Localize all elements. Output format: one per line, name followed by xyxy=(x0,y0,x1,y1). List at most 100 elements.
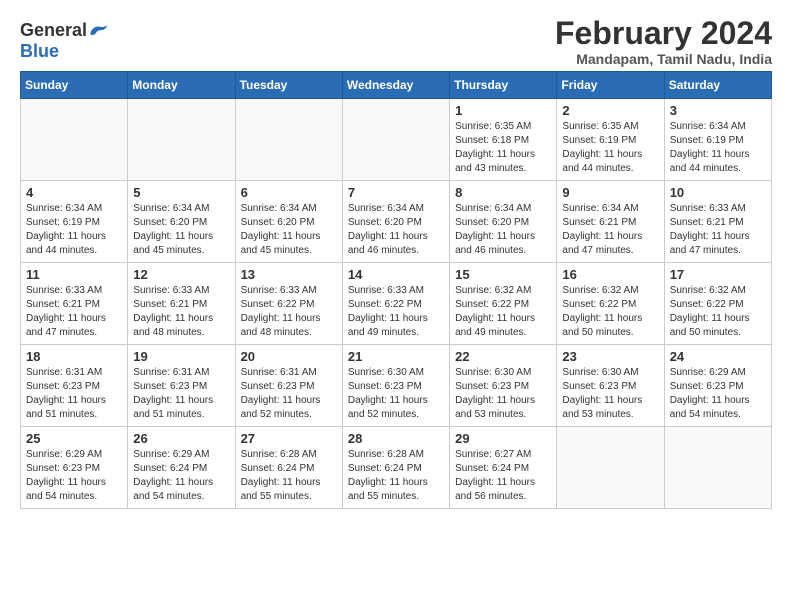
table-row: 4 Sunrise: 6:34 AM Sunset: 6:19 PM Daylig… xyxy=(21,181,128,263)
day-number: 14 xyxy=(348,267,444,282)
day-detail: Sunrise: 6:35 AM Sunset: 6:19 PM Dayligh… xyxy=(562,120,658,176)
day-detail: Sunrise: 6:32 AM Sunset: 6:22 PM Dayligh… xyxy=(562,284,658,340)
header-wednesday: Wednesday xyxy=(342,72,449,99)
day-number: 2 xyxy=(562,103,658,118)
day-number: 8 xyxy=(455,185,551,200)
table-row: 24Sunrise: 6:29 AM Sunset: 6:23 PM Dayli… xyxy=(664,345,771,427)
table-row: 8 Sunrise: 6:34 AM Sunset: 6:20 PM Daylig… xyxy=(450,181,557,263)
table-row: 28 Sunrise: 6:28 AM Sunset: 6:24 PM Dayli… xyxy=(342,427,449,509)
calendar-table: Sunday Monday Tuesday Wednesday Thursday… xyxy=(20,71,772,509)
day-detail: Sunrise: 6:32 AM Sunset: 6:22 PM Dayligh… xyxy=(670,284,766,340)
day-number: 10 xyxy=(670,185,766,200)
day-number: 18 xyxy=(26,349,122,364)
header-monday: Monday xyxy=(128,72,235,99)
day-detail: Sunrise: 6:34 AM Sunset: 6:19 PM Dayligh… xyxy=(26,202,122,258)
table-row: 9Sunrise: 6:34 AM Sunset: 6:21 PM Daylig… xyxy=(557,181,664,263)
day-number: 7 xyxy=(348,185,444,200)
day-detail: Sunrise: 6:35 AM Sunset: 6:18 PM Dayligh… xyxy=(455,120,551,176)
header-sunday: Sunday xyxy=(21,72,128,99)
day-detail: Sunrise: 6:33 AM Sunset: 6:21 PM Dayligh… xyxy=(133,284,229,340)
logo-general-text: General xyxy=(20,20,87,41)
table-row: 16 Sunrise: 6:32 AM Sunset: 6:22 PM Dayli… xyxy=(557,263,664,345)
day-detail: Sunrise: 6:30 AM Sunset: 6:23 PM Dayligh… xyxy=(562,366,658,422)
day-detail: Sunrise: 6:34 AM Sunset: 6:19 PM Dayligh… xyxy=(670,120,766,176)
day-detail: Sunrise: 6:31 AM Sunset: 6:23 PM Dayligh… xyxy=(133,366,229,422)
day-number: 24 xyxy=(670,349,766,364)
calendar-week-row: 1 Sunrise: 6:35 AM Sunset: 6:18 PM Daylig… xyxy=(21,99,772,181)
calendar-week-row: 4 Sunrise: 6:34 AM Sunset: 6:19 PM Daylig… xyxy=(21,181,772,263)
day-detail: Sunrise: 6:34 AM Sunset: 6:20 PM Dayligh… xyxy=(133,202,229,258)
day-number: 3 xyxy=(670,103,766,118)
day-number: 12 xyxy=(133,267,229,282)
day-number: 16 xyxy=(562,267,658,282)
table-row: 7 Sunrise: 6:34 AM Sunset: 6:20 PM Daylig… xyxy=(342,181,449,263)
table-row: 12 Sunrise: 6:33 AM Sunset: 6:21 PM Dayli… xyxy=(128,263,235,345)
header-tuesday: Tuesday xyxy=(235,72,342,99)
table-row xyxy=(342,99,449,181)
logo-blue-text: Blue xyxy=(20,41,59,62)
table-row: 1 Sunrise: 6:35 AM Sunset: 6:18 PM Daylig… xyxy=(450,99,557,181)
table-row xyxy=(664,427,771,509)
header-thursday: Thursday xyxy=(450,72,557,99)
day-number: 13 xyxy=(241,267,337,282)
day-detail: Sunrise: 6:34 AM Sunset: 6:20 PM Dayligh… xyxy=(455,202,551,258)
table-row: 5 Sunrise: 6:34 AM Sunset: 6:20 PM Daylig… xyxy=(128,181,235,263)
day-number: 4 xyxy=(26,185,122,200)
calendar-week-row: 18 Sunrise: 6:31 AM Sunset: 6:23 PM Dayli… xyxy=(21,345,772,427)
day-number: 22 xyxy=(455,349,551,364)
table-row xyxy=(235,99,342,181)
table-row: 2 Sunrise: 6:35 AM Sunset: 6:19 PM Daylig… xyxy=(557,99,664,181)
day-number: 28 xyxy=(348,431,444,446)
table-row: 14 Sunrise: 6:33 AM Sunset: 6:22 PM Dayli… xyxy=(342,263,449,345)
day-detail: Sunrise: 6:31 AM Sunset: 6:23 PM Dayligh… xyxy=(241,366,337,422)
table-row: 20 Sunrise: 6:31 AM Sunset: 6:23 PM Dayli… xyxy=(235,345,342,427)
day-detail: Sunrise: 6:28 AM Sunset: 6:24 PM Dayligh… xyxy=(348,448,444,504)
day-detail: Sunrise: 6:34 AM Sunset: 6:21 PM Dayligh… xyxy=(562,202,658,258)
header-row: General Blue February 2024 Mandapam, Tam… xyxy=(20,16,772,67)
day-detail: Sunrise: 6:33 AM Sunset: 6:21 PM Dayligh… xyxy=(670,202,766,258)
table-row xyxy=(21,99,128,181)
day-number: 23 xyxy=(562,349,658,364)
day-detail: Sunrise: 6:30 AM Sunset: 6:23 PM Dayligh… xyxy=(348,366,444,422)
day-number: 11 xyxy=(26,267,122,282)
header-saturday: Saturday xyxy=(664,72,771,99)
table-row: 23 Sunrise: 6:30 AM Sunset: 6:23 PM Dayli… xyxy=(557,345,664,427)
table-row: 18Sunrise: 6:31 AM Sunset: 6:23 PM Dayli… xyxy=(21,345,128,427)
table-row: 17Sunrise: 6:32 AM Sunset: 6:22 PM Dayli… xyxy=(664,263,771,345)
logo-bird-icon xyxy=(89,23,109,39)
day-number: 26 xyxy=(133,431,229,446)
day-detail: Sunrise: 6:33 AM Sunset: 6:21 PM Dayligh… xyxy=(26,284,122,340)
table-row: 21Sunrise: 6:30 AM Sunset: 6:23 PM Dayli… xyxy=(342,345,449,427)
calendar-header-row: Sunday Monday Tuesday Wednesday Thursday… xyxy=(21,72,772,99)
title-block: February 2024 Mandapam, Tamil Nadu, Indi… xyxy=(555,16,772,67)
day-number: 1 xyxy=(455,103,551,118)
day-number: 29 xyxy=(455,431,551,446)
calendar-title: February 2024 xyxy=(555,16,772,51)
table-row: 19 Sunrise: 6:31 AM Sunset: 6:23 PM Dayli… xyxy=(128,345,235,427)
table-row: 29Sunrise: 6:27 AM Sunset: 6:24 PM Dayli… xyxy=(450,427,557,509)
day-number: 15 xyxy=(455,267,551,282)
day-number: 20 xyxy=(241,349,337,364)
day-detail: Sunrise: 6:32 AM Sunset: 6:22 PM Dayligh… xyxy=(455,284,551,340)
day-detail: Sunrise: 6:33 AM Sunset: 6:22 PM Dayligh… xyxy=(241,284,337,340)
table-row xyxy=(128,99,235,181)
day-detail: Sunrise: 6:34 AM Sunset: 6:20 PM Dayligh… xyxy=(241,202,337,258)
day-number: 25 xyxy=(26,431,122,446)
table-row xyxy=(557,427,664,509)
day-detail: Sunrise: 6:29 AM Sunset: 6:23 PM Dayligh… xyxy=(26,448,122,504)
table-row: 6Sunrise: 6:34 AM Sunset: 6:20 PM Daylig… xyxy=(235,181,342,263)
calendar-week-row: 25 Sunrise: 6:29 AM Sunset: 6:23 PM Dayli… xyxy=(21,427,772,509)
header-friday: Friday xyxy=(557,72,664,99)
day-number: 5 xyxy=(133,185,229,200)
table-row: 22Sunrise: 6:30 AM Sunset: 6:23 PM Dayli… xyxy=(450,345,557,427)
table-row: 10 Sunrise: 6:33 AM Sunset: 6:21 PM Dayli… xyxy=(664,181,771,263)
day-number: 19 xyxy=(133,349,229,364)
logo: General Blue xyxy=(20,20,109,62)
day-detail: Sunrise: 6:29 AM Sunset: 6:24 PM Dayligh… xyxy=(133,448,229,504)
table-row: 25 Sunrise: 6:29 AM Sunset: 6:23 PM Dayli… xyxy=(21,427,128,509)
page: General Blue February 2024 Mandapam, Tam… xyxy=(0,0,792,612)
table-row: 15 Sunrise: 6:32 AM Sunset: 6:22 PM Dayli… xyxy=(450,263,557,345)
day-number: 27 xyxy=(241,431,337,446)
day-detail: Sunrise: 6:34 AM Sunset: 6:20 PM Dayligh… xyxy=(348,202,444,258)
day-detail: Sunrise: 6:33 AM Sunset: 6:22 PM Dayligh… xyxy=(348,284,444,340)
